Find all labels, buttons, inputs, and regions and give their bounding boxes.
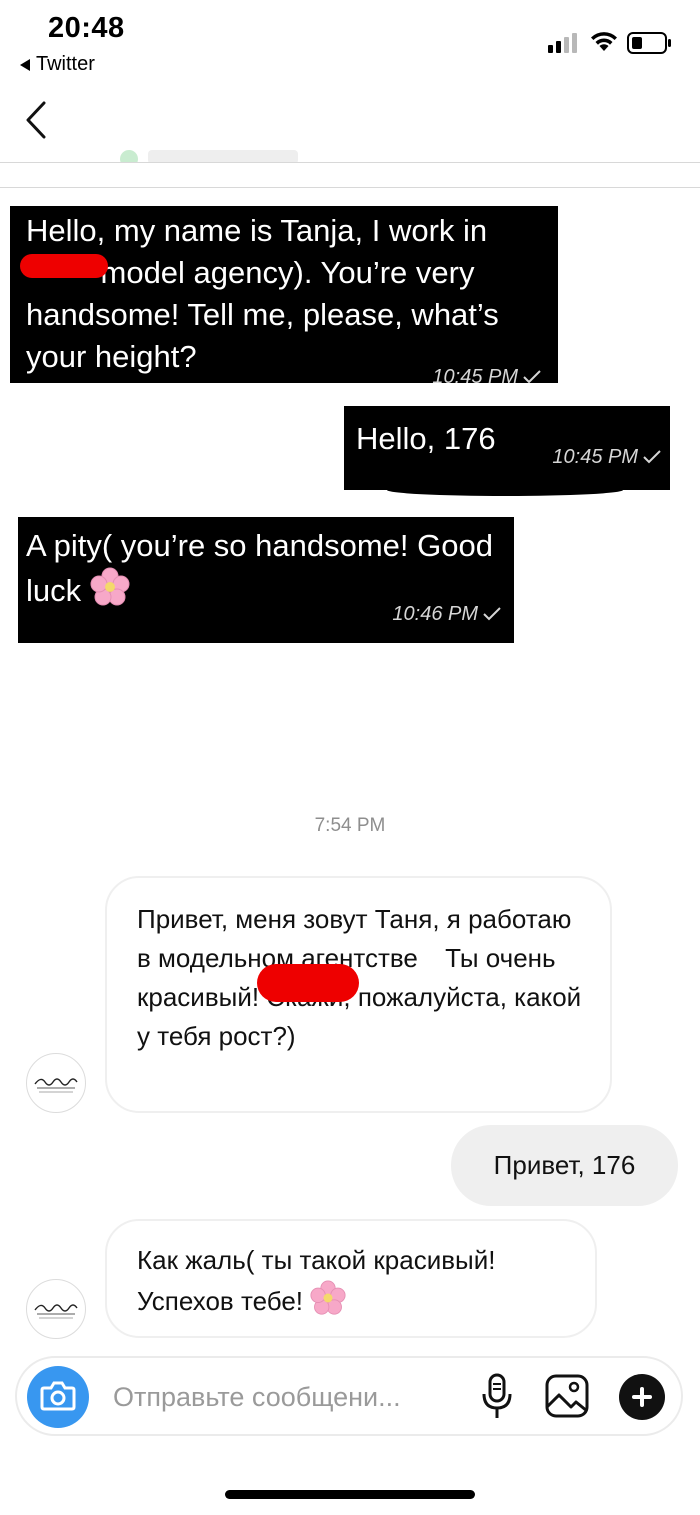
back-triangle-icon [20, 58, 30, 71]
chevron-left-icon[interactable] [24, 100, 50, 140]
crop-edge-shadow [387, 484, 623, 496]
tann-logo-icon [34, 1078, 78, 1093]
message-bubble-outgoing[interactable]: Привет, 176 [451, 1125, 678, 1206]
microphone-icon[interactable] [479, 1372, 515, 1422]
message-timestamp: 10:46 PM [392, 593, 502, 635]
camera-button[interactable] [27, 1366, 89, 1428]
message-timestamp: 10:45 PM [432, 356, 542, 398]
tann-logo-icon [34, 1304, 78, 1319]
camera-icon [40, 1381, 76, 1411]
message-text: Привет, 176 [493, 1150, 636, 1180]
screenshot-message-outgoing: Hello, 176 10:45 PM [344, 406, 670, 490]
back-to-app-link[interactable]: Twitter [20, 53, 95, 76]
cellular-signal-icon [548, 33, 577, 53]
message-text: Привет, меня зовут Таня, я работаю в мод… [137, 904, 582, 1051]
status-time: 20:48 [48, 12, 125, 44]
checkmark-icon [523, 370, 541, 384]
screenshot-message-incoming: Hello, my name is Tanja, I work in███ mo… [10, 206, 558, 388]
message-text: Hello, 176 [356, 421, 496, 456]
message-bubble-incoming[interactable]: Как жаль( ты такой красивый! Успехов теб… [105, 1219, 597, 1338]
checkmark-icon [483, 607, 501, 621]
wifi-icon [591, 32, 617, 51]
redaction-mark [257, 964, 359, 1002]
avatar[interactable] [26, 1279, 86, 1339]
header-divider [0, 162, 700, 163]
battery-icon [627, 32, 671, 54]
message-composer [15, 1356, 683, 1436]
image-icon[interactable] [544, 1373, 590, 1419]
back-app-label: Twitter [36, 53, 95, 75]
avatar[interactable] [26, 1053, 86, 1113]
message-text: Hello, my name is Tanja, I work in███ mo… [26, 213, 499, 374]
message-timestamp: 10:45 PM [552, 436, 662, 478]
screenshot-message-incoming: A pity( you’re so handsome! Good luck 10… [18, 517, 514, 643]
checkmark-icon [643, 450, 661, 464]
faded-header-row [90, 148, 330, 162]
cherry-blossom-icon [310, 1280, 346, 1315]
screenshot-top-divider [0, 187, 700, 188]
chat-time-separator: 7:54 PM [314, 815, 386, 836]
home-indicator[interactable] [225, 1490, 475, 1499]
cherry-blossom-icon [90, 567, 130, 606]
message-bubble-incoming[interactable]: Привет, меня зовут Таня, я работаю в мод… [105, 876, 612, 1113]
redaction-mark [20, 254, 108, 278]
plus-button[interactable] [619, 1374, 665, 1420]
message-input[interactable] [113, 1368, 453, 1426]
